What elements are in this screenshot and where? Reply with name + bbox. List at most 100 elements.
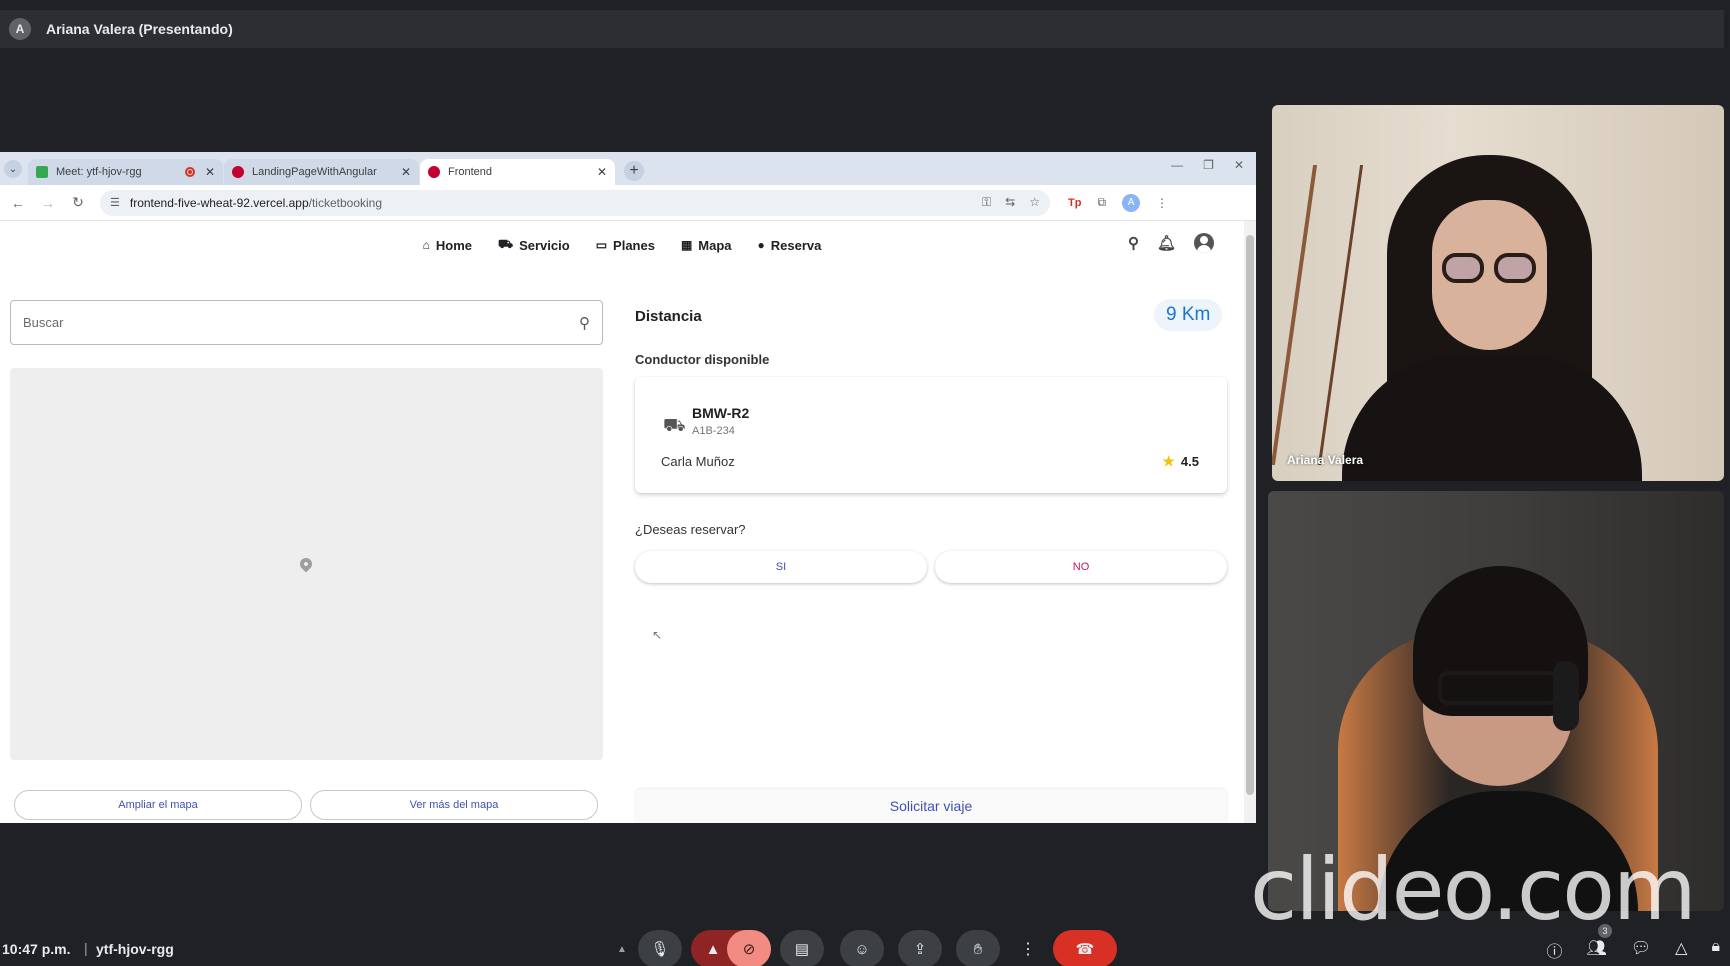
ticket-booking-page: ⌂ Home ⛟ Servicio ▭ Planes ▦ Mapa ● Reserva ⚲…: [0, 221, 1244, 823]
chat-icon[interactable]: 💬︎: [1631, 938, 1651, 962]
reserve-question: ¿Deseas reservar?: [635, 522, 746, 537]
back-icon[interactable]: ←: [6, 195, 30, 211]
distance-value-chip: 9 Km: [1154, 299, 1223, 331]
window-controls: — ❐ ✕: [1171, 158, 1244, 172]
search-icon[interactable]: ⚲: [1128, 234, 1139, 252]
presenter-bar: A Ariana Valera (Presentando): [0, 0, 1724, 48]
person-icon: ●: [757, 238, 765, 252]
bookmark-star-icon[interactable]: ☆: [1029, 195, 1040, 210]
close-window-icon[interactable]: ✕: [1234, 158, 1244, 172]
participant-count-badge: 3: [1598, 924, 1612, 938]
camera-off-button[interactable]: ⊘: [727, 930, 771, 966]
key-icon[interactable]: ⚿: [982, 195, 991, 210]
glasses-left: [1442, 253, 1484, 283]
close-tab-icon[interactable]: ✕: [205, 165, 215, 179]
participant-tile-ariana[interactable]: Ariana Valera: [1272, 105, 1724, 481]
tab-title: Frontend: [448, 166, 493, 178]
activities-icon[interactable]: △: [1675, 938, 1687, 962]
nav-reserva[interactable]: ● Reserva: [758, 238, 822, 253]
microphone-button[interactable]: 🎙︎: [638, 930, 682, 966]
presenter-label: Ariana Valera (Presentando): [46, 21, 233, 37]
recording-icon: [184, 167, 195, 177]
raise-hand-button[interactable]: ✋︎: [956, 930, 1000, 966]
browser-menu-icon[interactable]: ⋮: [1156, 196, 1168, 210]
map-pin-icon[interactable]: [297, 555, 315, 573]
tab-meet[interactable]: Meet: ytf-hjov-rgg ✕: [28, 159, 223, 185]
car-plate: A1B-234: [692, 425, 735, 437]
end-call-button[interactable]: ☎: [1053, 930, 1117, 966]
url-text[interactable]: frontend-five-wheat-92.vercel.app/ticket…: [130, 196, 982, 210]
home-icon: ⌂: [422, 238, 430, 252]
captions-icon: ▤: [794, 941, 810, 958]
driver-card[interactable]: ⛟ BMW-R2 A1B-234 Carla Muñoz ★ 4.5: [635, 377, 1227, 493]
chevron-up-icon: ▲: [705, 940, 721, 958]
app-navbar: ⌂ Home ⛟ Servicio ▭ Planes ▦ Mapa ● Reserva ⚲…: [0, 221, 1244, 269]
map-view[interactable]: [10, 368, 603, 760]
separator: |: [84, 940, 88, 956]
driver-rating: ★ 4.5: [1162, 453, 1199, 470]
rating-value: 4.5: [1180, 454, 1199, 469]
search-field[interactable]: ⚲: [10, 300, 603, 345]
reserve-yes-button[interactable]: SI: [635, 551, 927, 583]
forward-icon[interactable]: →: [36, 195, 60, 211]
distance-label: Distancia: [635, 308, 702, 325]
meet-icon: [36, 166, 48, 178]
car-icon: ⛟: [497, 237, 514, 251]
glasses: [1438, 671, 1558, 705]
page-scrollbar[interactable]: [1244, 221, 1256, 823]
monitor-icon: ▭: [595, 238, 608, 252]
meeting-controls-bar: 10:47 p.m. | ytf-hjov-rgg ▲ 🎙︎ ▲ ⊘ ▤ ☺ ⇪…: [0, 924, 1730, 966]
see-more-map-button[interactable]: Ver más del mapa: [310, 790, 598, 820]
hand-icon: ✋︎: [973, 940, 983, 958]
new-tab-button[interactable]: +: [624, 161, 644, 181]
profile-avatar[interactable]: A: [1122, 193, 1141, 212]
request-trip-button[interactable]: Solicitar viaje: [635, 789, 1227, 823]
search-icon[interactable]: ⚲: [579, 314, 590, 332]
tab-search-button[interactable]: ⌄: [4, 160, 22, 178]
address-bar[interactable]: ☰ frontend-five-wheat-92.vercel.app/tick…: [100, 189, 1050, 216]
expand-map-button[interactable]: Ampliar el mapa: [14, 790, 302, 820]
participant-name: Ariana Valera: [1287, 453, 1364, 467]
site-info-icon[interactable]: ☰: [110, 196, 120, 209]
extensions-icon[interactable]: ⧉: [1097, 195, 1106, 210]
meeting-time: 10:47 p.m.: [2, 941, 71, 957]
tab-title: Meet: ytf-hjov-rgg: [56, 166, 142, 178]
close-tab-icon[interactable]: ✕: [597, 165, 607, 179]
info-icon[interactable]: ⓘ: [1547, 938, 1563, 962]
reactions-button[interactable]: ☺: [840, 930, 884, 966]
reserve-no-button[interactable]: NO: [935, 551, 1227, 583]
nav-planes[interactable]: ▭ Planes: [596, 238, 655, 253]
tab-frontend[interactable]: Frontend ✕: [420, 159, 615, 185]
captions-button[interactable]: ▤: [780, 930, 824, 966]
account-icon[interactable]: [1194, 233, 1214, 253]
shared-browser-window: ⌄ Meet: ytf-hjov-rgg ✕ LandingPageWithAn…: [0, 152, 1256, 823]
car-icon: ⛟: [663, 415, 686, 435]
host-controls-icon[interactable]: 🔒︎: [1711, 938, 1720, 962]
minimize-icon[interactable]: —: [1171, 158, 1183, 172]
camera-off-icon: ⊘: [742, 941, 756, 958]
emoji-icon: ☺: [854, 940, 870, 958]
extension-tp-icon[interactable]: Tp: [1068, 197, 1081, 209]
tab-strip: ⌄ Meet: ytf-hjov-rgg ✕ LandingPageWithAn…: [0, 152, 1256, 185]
nav-mapa[interactable]: ▦ Mapa: [681, 238, 732, 253]
translate-icon[interactable]: ⇆: [1005, 195, 1015, 210]
present-button[interactable]: ⇪: [898, 930, 942, 966]
more-options-icon[interactable]: ⋮: [1016, 930, 1040, 966]
tab-landing-page[interactable]: LandingPageWithAngular ✕: [224, 159, 419, 185]
browser-toolbar: ← → ↻ ☰ frontend-five-wheat-92.vercel.ap…: [0, 185, 1256, 221]
audio-options-chevron-icon[interactable]: ▲: [610, 930, 634, 966]
car-model: BMW-R2: [692, 405, 750, 421]
people-icon[interactable]: 👥︎: [1587, 938, 1607, 962]
nav-home[interactable]: ⌂ Home: [423, 238, 472, 253]
microphone-icon: 🎙︎: [650, 941, 670, 958]
scrollbar-thumb[interactable]: [1246, 235, 1254, 795]
present-icon: ⇪: [913, 941, 927, 958]
background-decor: [1272, 165, 1364, 465]
reload-icon[interactable]: ↻: [66, 194, 90, 211]
bell-icon[interactable]: 🔔︎: [1157, 234, 1176, 252]
nav-servicio[interactable]: ⛟ Servicio: [498, 237, 570, 253]
close-tab-icon[interactable]: ✕: [401, 165, 411, 179]
search-input[interactable]: [23, 315, 579, 330]
glasses-right: [1494, 253, 1536, 283]
restore-icon[interactable]: ❐: [1203, 158, 1214, 172]
